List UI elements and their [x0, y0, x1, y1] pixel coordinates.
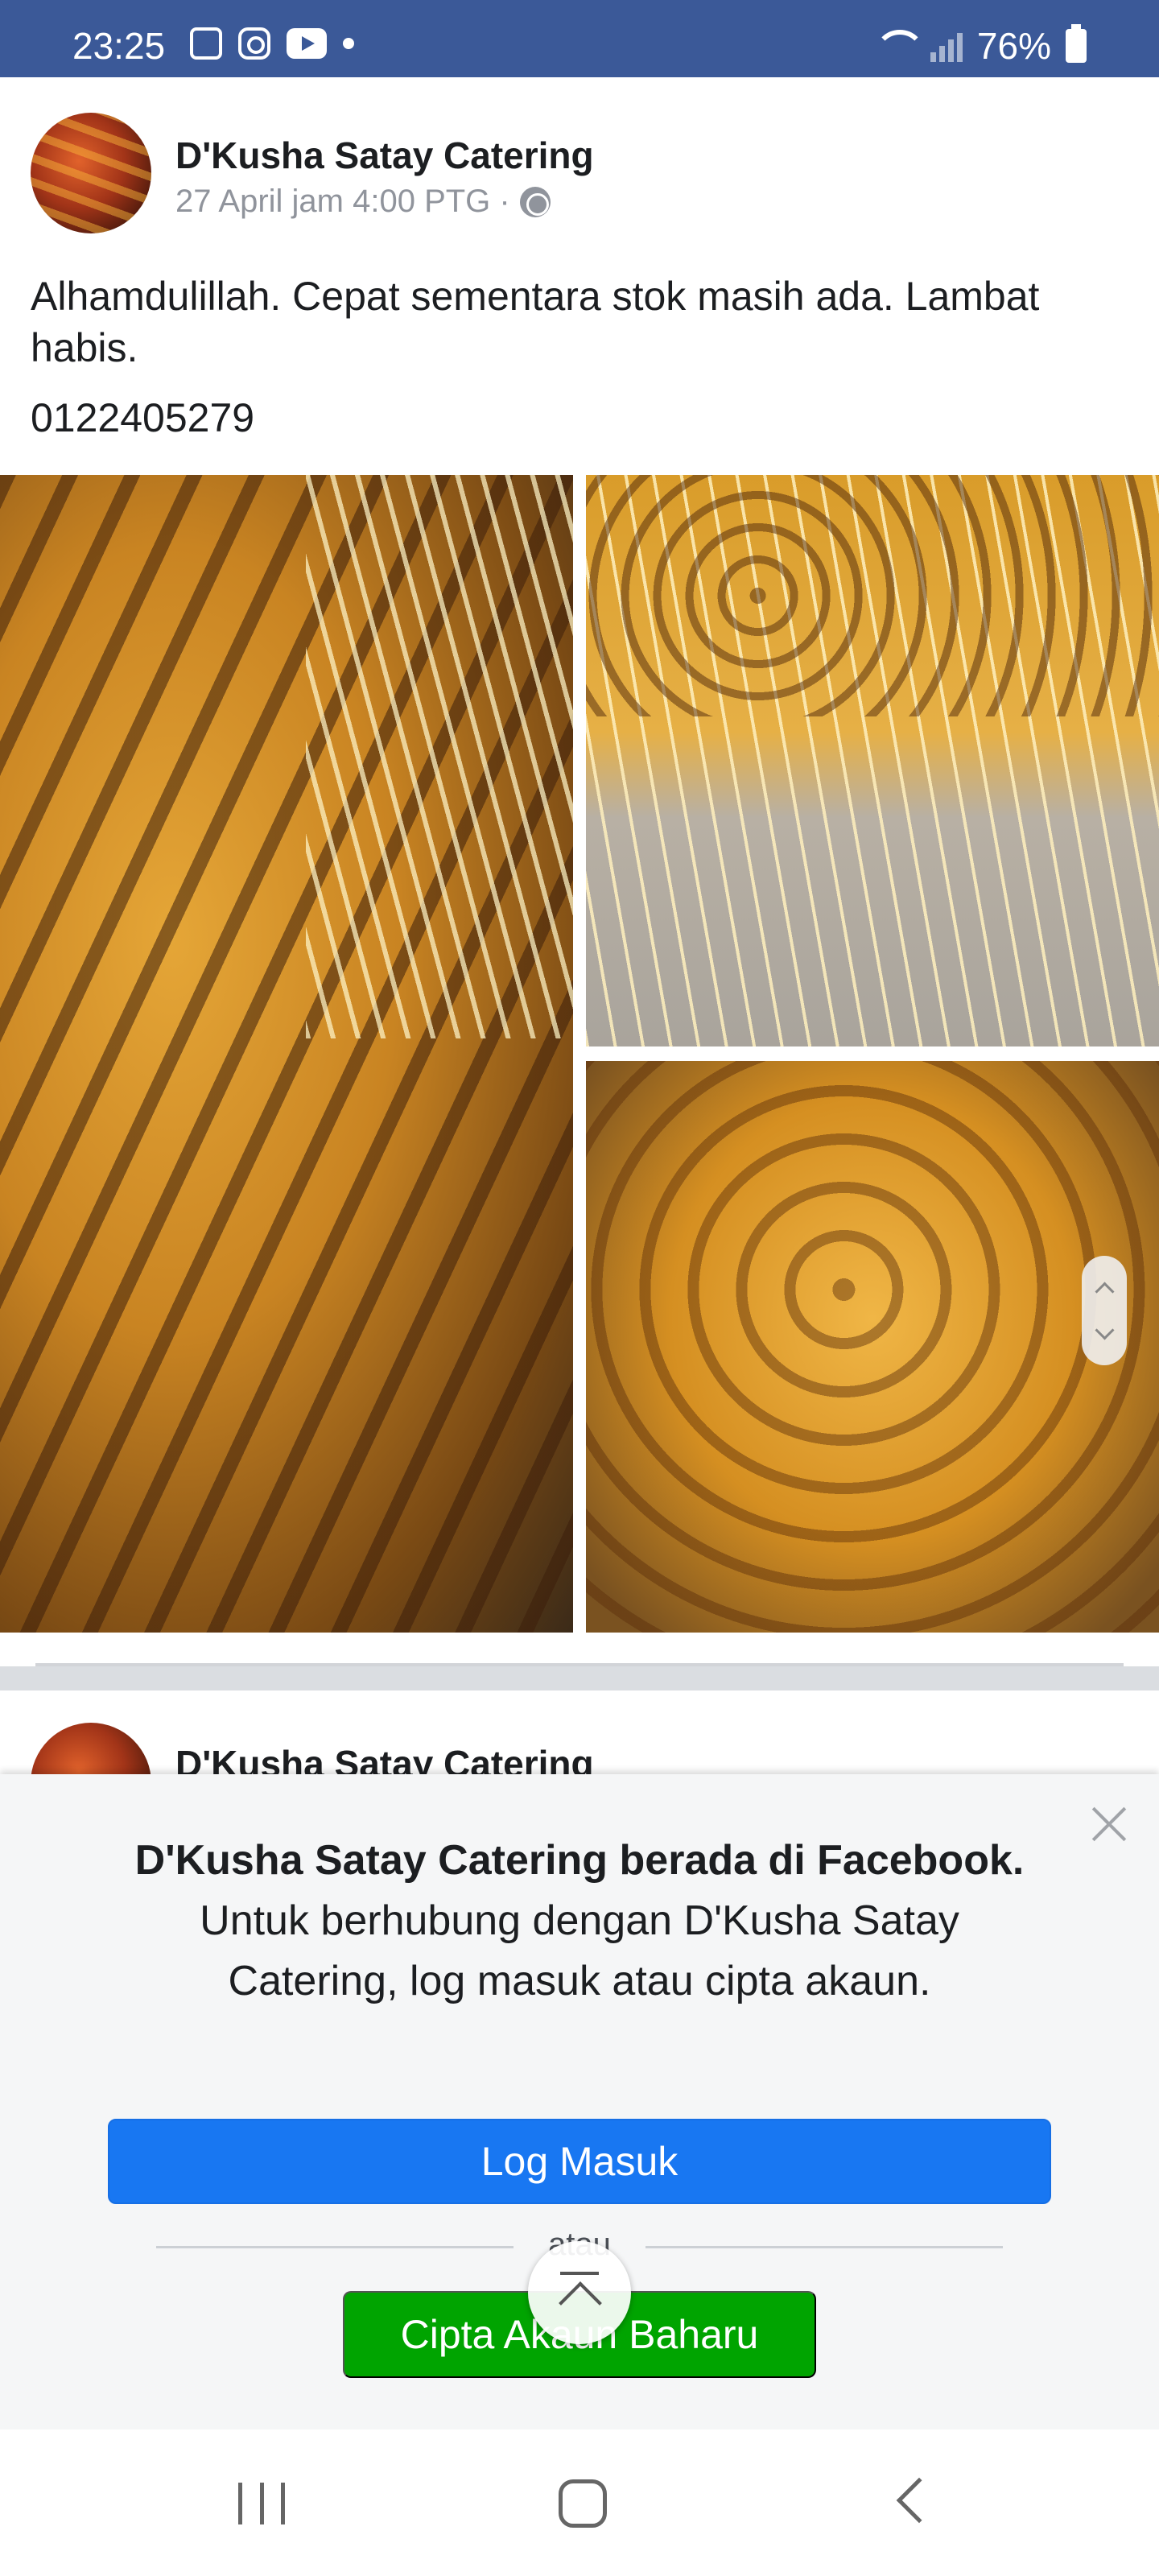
- post-text: Alhamdulillah. Cepat sementara stok masi…: [31, 274, 1040, 370]
- notification-icons: [190, 27, 354, 60]
- post-header: D'Kusha Satay Catering 27 April jam 4:00…: [31, 113, 1125, 242]
- home-icon[interactable]: [559, 2479, 607, 2528]
- close-icon[interactable]: [1087, 1802, 1132, 1847]
- signal-icon: [930, 30, 963, 62]
- post-photo-2[interactable]: [586, 475, 1159, 1046]
- scroll-to-top-button[interactable]: [528, 2241, 631, 2344]
- back-icon[interactable]: [896, 2477, 942, 2524]
- status-bar: 23:25 76%: [0, 0, 1159, 77]
- or-divider-right: [645, 2246, 1003, 2248]
- post-phone: 0122405279: [31, 395, 255, 440]
- recent-apps-icon[interactable]: [238, 2483, 285, 2524]
- scroll-handle[interactable]: [1082, 1256, 1127, 1365]
- or-divider-left: [156, 2246, 514, 2248]
- instagram-icon: [238, 27, 270, 60]
- globe-icon: [519, 186, 551, 217]
- login-prompt-dialog: D'Kusha Satay Catering berada di Faceboo…: [0, 1774, 1159, 2429]
- dialog-message: D'Kusha Satay Catering berada di Faceboo…: [121, 1831, 1038, 2012]
- wifi-icon: [874, 30, 916, 62]
- dot-icon: [343, 38, 354, 49]
- gallery-icon: [190, 27, 222, 60]
- dialog-message-bold: D'Kusha Satay Catering berada di Faceboo…: [134, 1837, 1025, 1884]
- avatar[interactable]: [31, 113, 151, 233]
- post-photo-1[interactable]: [0, 475, 573, 1633]
- navigation-bar: [0, 2429, 1159, 2576]
- dialog-message-text: Untuk berhubung dengan D'Kusha Satay Cat…: [200, 1897, 959, 2004]
- post-timestamp[interactable]: 27 April jam 4:00 PTG ·: [175, 184, 510, 220]
- feed-separator: [0, 1666, 1159, 1690]
- post-photo-3[interactable]: [586, 1061, 1159, 1633]
- post-meta: 27 April jam 4:00 PTG ·: [175, 184, 551, 220]
- page-name-link[interactable]: D'Kusha Satay Catering: [175, 134, 594, 177]
- youtube-icon: [287, 28, 327, 59]
- battery-percent: 76%: [976, 25, 1051, 67]
- battery-icon: [1066, 24, 1087, 63]
- login-button[interactable]: Log Masuk: [108, 2119, 1051, 2204]
- system-icons: 76%: [874, 24, 1087, 68]
- status-time: 23:25: [72, 25, 166, 67]
